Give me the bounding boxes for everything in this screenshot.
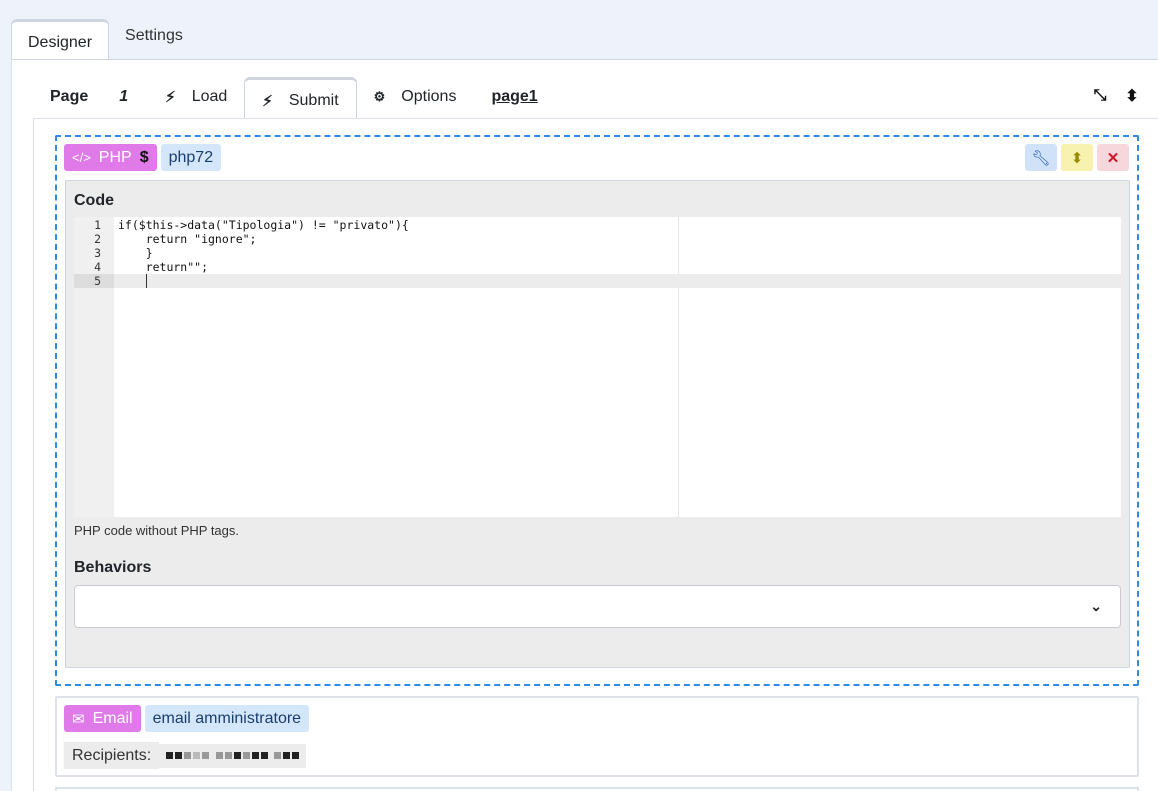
php-chip-row: </> PHP $ php72 bbox=[64, 144, 222, 171]
tab-designer[interactable]: Designer bbox=[11, 19, 110, 60]
code-line: 2 return "ignore"; bbox=[74, 232, 1121, 246]
chevron-down-icon: ⌄ bbox=[1090, 598, 1102, 614]
recipients-row: Recipients: bbox=[64, 742, 307, 769]
top-tabs: Designer Settings bbox=[11, 19, 199, 60]
recipients-value-redacted bbox=[159, 743, 307, 768]
envelope-icon: ✉ bbox=[72, 710, 85, 728]
line-text: return""; bbox=[118, 260, 209, 274]
code-panel: Code 1 if($this->data("Tipologia") != "p… bbox=[65, 180, 1130, 668]
code-editor[interactable]: 1 if($this->data("Tipologia") != "privat… bbox=[74, 217, 1121, 517]
gears-icon: ⚙ bbox=[373, 89, 386, 104]
name-badge: php72 bbox=[160, 144, 222, 171]
line-number: 1 bbox=[94, 218, 101, 232]
tab-submit-label: Submit bbox=[288, 92, 339, 109]
behaviors-title: Behaviors bbox=[74, 559, 152, 576]
wrench-icon: 🔧︎ bbox=[1031, 149, 1051, 167]
line-number: 4 bbox=[94, 260, 101, 274]
delete-button[interactable]: ✕ bbox=[1097, 144, 1129, 171]
line-number: 3 bbox=[94, 246, 101, 260]
tab-submit[interactable]: ⚡︎ Submit bbox=[244, 77, 357, 119]
sort-icon[interactable]: ⬍ bbox=[1123, 86, 1141, 106]
type-label: PHP bbox=[98, 148, 132, 166]
page-name-link[interactable]: page1 bbox=[473, 76, 554, 118]
tab-load[interactable]: ⚡︎ Load bbox=[148, 76, 244, 118]
email-chip-row: ✉ Email email amministratore bbox=[64, 705, 310, 732]
code-line: 1 if($this->data("Tipologia") != "privat… bbox=[74, 218, 1121, 232]
recipients-label: Recipients: bbox=[64, 742, 160, 769]
email-action-block[interactable]: ✉ Email email amministratore Recipients: bbox=[55, 696, 1139, 777]
page-controls: ⤡ ⬍ ✕ bbox=[1091, 86, 1158, 106]
tab-load-label: Load bbox=[191, 88, 228, 105]
next-action-block[interactable] bbox=[55, 787, 1139, 791]
page-number: 1 bbox=[119, 88, 129, 105]
text-cursor bbox=[146, 274, 147, 288]
line-text: return "ignore"; bbox=[118, 232, 257, 246]
type-label: Email bbox=[92, 709, 133, 727]
name-badge: email amministratore bbox=[144, 705, 310, 732]
sort-icon: ⬍ bbox=[1070, 149, 1084, 167]
designer-panel: Page 1 ⚡︎ Load ⚡︎ Submit ⚙ Options page1… bbox=[11, 59, 1158, 791]
move-button[interactable]: ⬍ bbox=[1061, 144, 1093, 171]
tab-options-label: Options bbox=[401, 88, 457, 105]
code-line-active: 5 bbox=[74, 274, 1121, 288]
edit-button[interactable]: 🔧︎ bbox=[1025, 144, 1057, 171]
line-number: 5 bbox=[74, 274, 114, 288]
code-help-text: PHP code without PHP tags. bbox=[74, 523, 240, 538]
dollar-icon: $ bbox=[139, 148, 149, 166]
bolt-icon: ⚡︎ bbox=[165, 89, 176, 106]
code-icon: </> bbox=[72, 150, 91, 165]
bolt-icon: ⚡︎ bbox=[262, 93, 273, 110]
line-text: } bbox=[118, 246, 153, 260]
code-line: 3 } bbox=[74, 246, 1121, 260]
behaviors-select[interactable]: ⌄ bbox=[74, 585, 1121, 628]
type-badge-php: </> PHP $ bbox=[64, 144, 157, 171]
tab-options[interactable]: ⚙ Options bbox=[357, 76, 474, 118]
type-badge-email: ✉ Email bbox=[64, 705, 141, 732]
line-number: 2 bbox=[94, 232, 101, 246]
code-line: 4 return""; bbox=[74, 260, 1121, 274]
page-label: Page bbox=[50, 88, 89, 105]
compress-icon[interactable]: ⤡ bbox=[1091, 87, 1109, 105]
page-subtabs: Page 1 ⚡︎ Load ⚡︎ Submit ⚙ Options page1 bbox=[32, 76, 555, 119]
tab-settings[interactable]: Settings bbox=[109, 15, 199, 56]
line-text: if($this->data("Tipologia") != "privato"… bbox=[118, 218, 409, 232]
page-content: </> PHP $ php72 🔧︎ ⬍ ✕ Code 1 if($this->… bbox=[33, 118, 1158, 791]
block-tools: 🔧︎ ⬍ ✕ bbox=[1025, 144, 1129, 171]
php-action-block[interactable]: </> PHP $ php72 🔧︎ ⬍ ✕ Code 1 if($this->… bbox=[55, 135, 1139, 686]
code-title: Code bbox=[74, 192, 114, 209]
close-icon: ✕ bbox=[1106, 149, 1120, 167]
